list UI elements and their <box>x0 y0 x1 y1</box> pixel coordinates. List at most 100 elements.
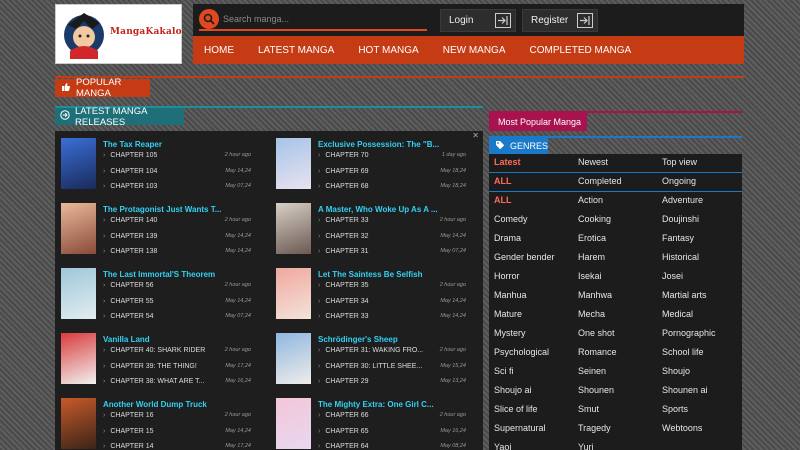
chapter-link[interactable]: CHAPTER 40: SHARK RIDER <box>103 347 205 354</box>
nav-home[interactable]: HOME <box>204 45 234 56</box>
chapter-link[interactable]: CHAPTER 68 <box>318 183 368 190</box>
manga-title-link[interactable]: The Last Immortal'S Theorem <box>103 270 263 279</box>
chapter-link[interactable]: CHAPTER 70 <box>318 152 368 159</box>
chapter-link[interactable]: CHAPTER 34 <box>318 298 368 305</box>
chapter-link[interactable]: CHAPTER 54 <box>103 313 153 320</box>
manga-title-link[interactable]: The Mighty Extra: One Girl C... <box>318 400 478 409</box>
chapter-link[interactable]: CHAPTER 39: THE THING! <box>103 363 196 370</box>
genre-link[interactable]: Supernatural <box>494 423 546 433</box>
genre-link[interactable]: Cooking <box>578 214 611 224</box>
genre-link[interactable]: Historical <box>662 252 699 262</box>
manga-title-link[interactable]: Another World Dump Truck <box>103 400 263 409</box>
manga-cover[interactable] <box>276 333 311 384</box>
genre-link[interactable]: Action <box>578 195 603 205</box>
manga-title-link[interactable]: Vanilla Land <box>103 335 263 344</box>
search-icon[interactable] <box>199 9 219 29</box>
genre-link[interactable]: Shoujo ai <box>494 385 532 395</box>
chapter-link[interactable]: CHAPTER 30: LITTLE SHEE... <box>318 363 422 370</box>
genre-link[interactable]: Drama <box>494 233 521 243</box>
genre-link[interactable]: Ongoing <box>662 176 696 186</box>
genre-link[interactable]: Sports <box>662 404 688 414</box>
nav-completed-manga[interactable]: COMPLETED MANGA <box>530 45 632 56</box>
genre-link[interactable]: Gender bender <box>494 252 555 262</box>
chapter-link[interactable]: CHAPTER 104 <box>103 168 157 175</box>
register-button[interactable]: Register <box>522 9 598 32</box>
genre-link[interactable]: Webtoons <box>662 423 702 433</box>
chapter-link[interactable]: CHAPTER 16 <box>103 412 153 419</box>
manga-title-link[interactable]: Schrödinger's Sheep <box>318 335 478 344</box>
manga-title-link[interactable]: A Master, Who Woke Up As A ... <box>318 205 478 214</box>
genre-link[interactable]: Top view <box>662 157 697 167</box>
manga-cover[interactable] <box>61 398 96 449</box>
chapter-link[interactable]: CHAPTER 31: WAKING FRO... <box>318 347 423 354</box>
chapter-link[interactable]: CHAPTER 55 <box>103 298 153 305</box>
genre-link[interactable]: Medical <box>662 309 693 319</box>
chapter-link[interactable]: CHAPTER 139 <box>103 233 157 240</box>
genre-link[interactable]: ALL <box>494 195 512 205</box>
chapter-link[interactable]: CHAPTER 15 <box>103 428 153 435</box>
genre-link[interactable]: Latest <box>494 157 521 167</box>
manga-title-link[interactable]: Let The Saintess Be Selfish <box>318 270 478 279</box>
site-logo[interactable]: MangaKakalot <box>55 4 182 64</box>
genre-link[interactable]: Mecha <box>578 309 605 319</box>
chapter-link[interactable]: CHAPTER 14 <box>103 443 153 450</box>
genre-link[interactable]: Completed <box>578 176 622 186</box>
chapter-link[interactable]: CHAPTER 65 <box>318 428 368 435</box>
genre-link[interactable]: Manhwa <box>578 290 612 300</box>
chapter-link[interactable]: CHAPTER 105 <box>103 152 157 159</box>
chapter-link[interactable]: CHAPTER 64 <box>318 443 368 450</box>
genre-link[interactable]: Adventure <box>662 195 703 205</box>
genre-link[interactable]: Isekai <box>578 271 602 281</box>
genre-link[interactable]: School life <box>662 347 704 357</box>
genre-link[interactable]: Horror <box>494 271 520 281</box>
genre-link[interactable]: Erotica <box>578 233 606 243</box>
chapter-link[interactable]: CHAPTER 29 <box>318 378 368 385</box>
genre-link[interactable]: Shoujo <box>662 366 690 376</box>
genre-link[interactable]: Manhua <box>494 290 527 300</box>
chapter-link[interactable]: CHAPTER 140 <box>103 217 157 224</box>
manga-cover[interactable] <box>276 138 311 189</box>
genre-link[interactable]: Psychological <box>494 347 549 357</box>
genre-link[interactable]: One shot <box>578 328 615 338</box>
genre-link[interactable]: Yaoi <box>494 442 511 450</box>
manga-cover[interactable] <box>276 203 311 254</box>
manga-title-link[interactable]: The Tax Reaper <box>103 140 263 149</box>
chapter-link[interactable]: CHAPTER 35 <box>318 282 368 289</box>
chapter-link[interactable]: CHAPTER 138 <box>103 248 157 255</box>
genre-link[interactable]: Shounen ai <box>662 385 708 395</box>
manga-cover[interactable] <box>276 268 311 319</box>
genre-link[interactable]: Fantasy <box>662 233 694 243</box>
genre-link[interactable]: Smut <box>578 404 599 414</box>
chapter-link[interactable]: CHAPTER 69 <box>318 168 368 175</box>
chapter-link[interactable]: CHAPTER 31 <box>318 248 368 255</box>
genre-link[interactable]: Seinen <box>578 366 606 376</box>
genre-link[interactable]: Romance <box>578 347 617 357</box>
genre-link[interactable]: Slice of life <box>494 404 538 414</box>
most-popular-heading[interactable]: Most Popular Manga <box>489 113 587 131</box>
manga-cover[interactable] <box>61 203 96 254</box>
chapter-link[interactable]: CHAPTER 66 <box>318 412 368 419</box>
manga-title-link[interactable]: Exclusive Possession: The "B... <box>318 140 478 149</box>
genre-link[interactable]: Mature <box>494 309 522 319</box>
genre-link[interactable]: Comedy <box>494 214 528 224</box>
chapter-link[interactable]: CHAPTER 33 <box>318 217 368 224</box>
manga-cover[interactable] <box>61 333 96 384</box>
chapter-link[interactable]: CHAPTER 32 <box>318 233 368 240</box>
genre-link[interactable]: Shounen <box>578 385 614 395</box>
chapter-link[interactable]: CHAPTER 56 <box>103 282 153 289</box>
genre-link[interactable]: Josei <box>662 271 683 281</box>
genre-link[interactable]: Tragedy <box>578 423 611 433</box>
genre-link[interactable]: Yuri <box>578 442 594 450</box>
nav-new-manga[interactable]: NEW MANGA <box>443 45 506 56</box>
manga-cover[interactable] <box>61 138 96 189</box>
nav-latest-manga[interactable]: LATEST MANGA <box>258 45 334 56</box>
manga-title-link[interactable]: The Protagonist Just Wants T... <box>103 205 263 214</box>
manga-cover[interactable] <box>276 398 311 449</box>
login-button[interactable]: Login <box>440 9 516 32</box>
genre-link[interactable]: Pornographic <box>662 328 716 338</box>
chapter-link[interactable]: CHAPTER 33 <box>318 313 368 320</box>
genre-link[interactable]: Doujinshi <box>662 214 699 224</box>
genre-link[interactable]: Martial arts <box>662 290 707 300</box>
genre-link[interactable]: ALL <box>494 176 512 186</box>
genre-link[interactable]: Mystery <box>494 328 526 338</box>
